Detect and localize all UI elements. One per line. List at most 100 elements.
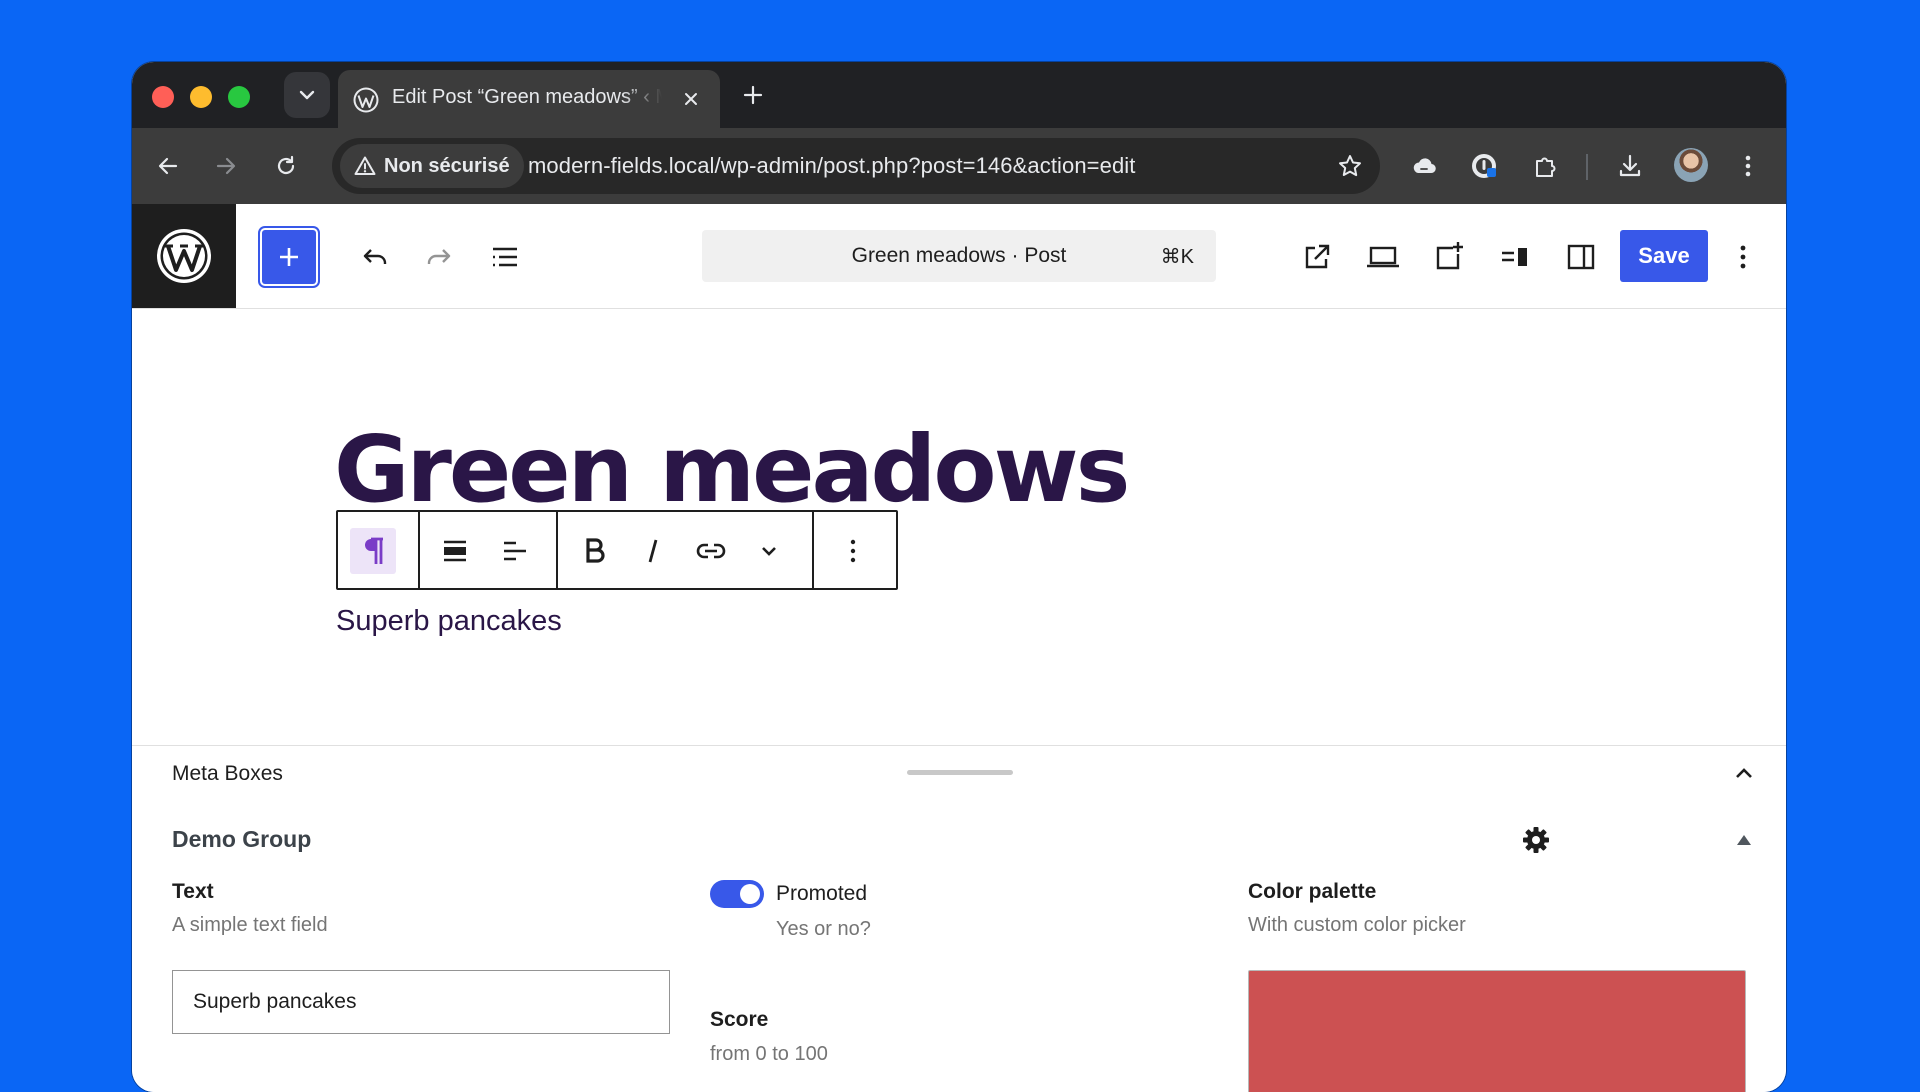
puzzle-icon [1536, 157, 1556, 177]
minimize-window-button[interactable] [190, 86, 212, 108]
reload-icon [277, 155, 295, 175]
meta-boxes-header: Meta Boxes [132, 745, 1786, 801]
block-options-button[interactable] [830, 528, 876, 574]
paragraph-icon [365, 537, 383, 564]
plus-icon [280, 248, 298, 266]
document-title: Green meadows · Post [851, 244, 1067, 267]
text-field-label: Text [172, 880, 214, 903]
close-window-button[interactable] [152, 86, 174, 108]
arrow-left-icon [158, 157, 178, 175]
command-palette-button[interactable]: Green meadows · Post ⌘K [702, 230, 1216, 282]
preview-device-button[interactable] [1360, 234, 1406, 280]
paragraph-block-button[interactable] [350, 528, 396, 574]
active-tab[interactable]: Edit Post “Green meadows” ‹ Modern Field… [338, 70, 720, 128]
external-link-icon [1305, 244, 1330, 269]
wordpress-logo-icon [157, 229, 211, 283]
security-label: Non sécurisé [384, 154, 510, 177]
downloads-button[interactable] [1610, 146, 1650, 186]
tab-close-button[interactable] [676, 84, 706, 114]
chevron-up-icon [1736, 768, 1752, 778]
bookmark-button[interactable] [1334, 150, 1366, 182]
chevron-down-icon [762, 547, 776, 556]
redo-icon [427, 249, 451, 264]
undo-icon [363, 249, 387, 264]
new-tab-button[interactable] [736, 78, 770, 112]
cloud-icon [1413, 158, 1436, 174]
block-inserter-button[interactable] [262, 230, 316, 284]
undo-button[interactable] [352, 234, 398, 280]
text-field-input[interactable] [172, 970, 670, 1034]
group-title: Demo Group [172, 826, 312, 852]
more-formatting-button[interactable] [746, 528, 792, 574]
promoted-toggle[interactable] [710, 880, 764, 908]
back-button[interactable] [148, 146, 188, 186]
tab-strip: Edit Post “Green meadows” ‹ Modern Field… [132, 62, 1786, 128]
block-align-button[interactable] [432, 528, 478, 574]
browser-toolbar: Non sécurisé modern-fields.local/wp-admi… [132, 128, 1786, 204]
tab-search-button[interactable] [284, 72, 330, 118]
settings-sidebar-button[interactable] [1558, 234, 1604, 280]
italic-button[interactable] [630, 528, 676, 574]
editor-header: Green meadows · Post ⌘K Save [132, 204, 1786, 309]
paragraph-block[interactable]: Superb pancakes [336, 605, 562, 638]
extension-password-button[interactable] [1464, 146, 1504, 186]
tab-title: Edit Post “Green meadows” ‹ Modern Field… [392, 86, 662, 108]
profile-avatar[interactable] [1674, 148, 1708, 182]
document-overview-button[interactable] [482, 234, 528, 280]
color-picker-swatch[interactable] [1248, 970, 1746, 1092]
browser-window: Edit Post “Green meadows” ‹ Modern Field… [132, 62, 1786, 1092]
toolbar-separator [1586, 154, 1588, 180]
color-field-label: Color palette [1248, 880, 1377, 903]
url-text[interactable]: modern-fields.local/wp-admin/post.php?po… [528, 153, 1136, 179]
options-menu-button[interactable] [1720, 234, 1766, 280]
address-bar[interactable]: Non sécurisé modern-fields.local/wp-admi… [332, 138, 1380, 194]
chevron-down-icon [299, 90, 315, 100]
meta-boxes-title: Meta Boxes [172, 762, 283, 785]
toggle-knob [740, 884, 760, 904]
add-template-button[interactable] [1426, 234, 1472, 280]
redo-button[interactable] [416, 234, 462, 280]
block-options-group [812, 512, 894, 588]
text-field-help: A simple text field [172, 914, 328, 936]
security-chip[interactable]: Non sécurisé [340, 144, 524, 188]
reload-button[interactable] [266, 146, 306, 186]
bold-button[interactable] [572, 528, 618, 574]
more-vertical-icon [1740, 245, 1746, 269]
zoom-window-button[interactable] [228, 86, 250, 108]
view-post-button[interactable] [1294, 234, 1340, 280]
alignment-group [418, 512, 558, 588]
bold-icon [586, 538, 605, 563]
browser-menu-button[interactable] [1728, 146, 1768, 186]
extensions-button[interactable] [1526, 146, 1566, 186]
block-toolbar [336, 510, 898, 590]
extension-cloud-button[interactable] [1404, 146, 1444, 186]
link-button[interactable] [688, 528, 734, 574]
add-card-icon [1436, 242, 1463, 270]
promoted-help: Yes or no? [776, 918, 871, 940]
forward-button[interactable] [206, 146, 246, 186]
post-title[interactable]: Green meadows [334, 424, 1130, 516]
editor-canvas: Green meadows Superb pancakes [132, 309, 1786, 745]
meta-boxes-toggle-button[interactable] [1728, 758, 1760, 790]
promoted-label: Promoted [776, 882, 868, 905]
wordpress-logo-button[interactable] [132, 204, 236, 308]
more-vertical-icon [1745, 155, 1751, 177]
close-icon [685, 93, 697, 105]
align-left-icon [504, 541, 526, 561]
list-view-icon [493, 247, 517, 267]
score-field-label: Score [710, 1008, 769, 1031]
demo-group-metabox: Demo Group Text A simple text field Supe… [132, 800, 1786, 1092]
link-icon [696, 543, 726, 559]
download-icon [1619, 154, 1641, 177]
block-settings-toggle[interactable] [1492, 234, 1538, 280]
meta-boxes-resize-handle[interactable] [907, 770, 1013, 775]
warning-icon [354, 156, 376, 175]
password-manager-icon [1472, 154, 1496, 178]
score-field-help: from 0 to 100 [710, 1043, 828, 1065]
text-align-button[interactable] [492, 528, 538, 574]
wordpress-favicon-icon [353, 87, 379, 113]
group-settings-button[interactable] [1520, 824, 1552, 856]
group-collapse-button[interactable] [1732, 828, 1756, 852]
save-button[interactable]: Save [1620, 230, 1708, 282]
arrow-right-icon [216, 157, 236, 175]
